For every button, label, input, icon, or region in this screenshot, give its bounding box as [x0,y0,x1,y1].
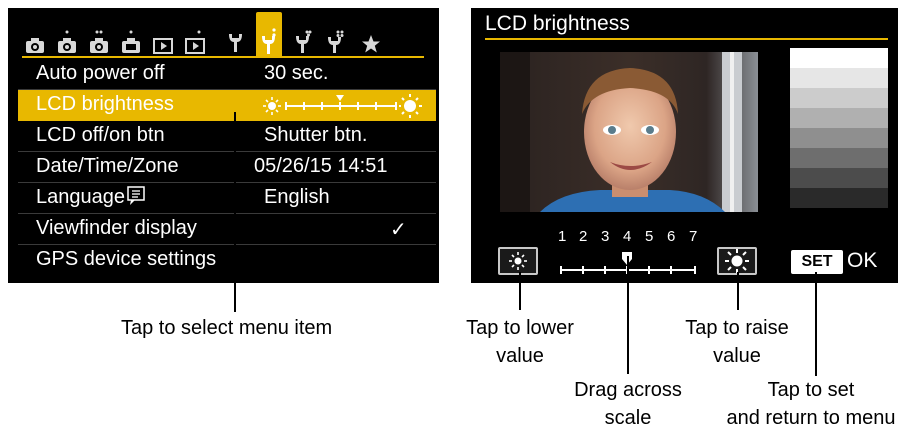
lcd-brightness-screen: LCD brightness 1 2 3 4 5 6 7 SET OK [471,8,898,283]
menu-item-lcd-brightness[interactable]: LCD brightness [18,90,436,121]
menu-item-date-time-zone[interactable]: Date/Time/Zone 05/26/15 14:51 [18,152,436,183]
tab-setup-1[interactable] [222,14,248,54]
menu-item-value: English [264,186,330,208]
tab-setup-3[interactable] [290,14,316,54]
camera-icon [122,30,140,53]
scale-number: 3 [601,228,610,245]
menu-item-value: 30 sec. [264,62,329,84]
callout-select-menu-item: Tap to select menu item [121,317,333,339]
wrench-icon [229,34,242,52]
menu-item-lcd-off-on[interactable]: LCD off/on btn Shutter btn. [18,121,436,152]
menu-item-label: Language [36,186,145,209]
sun-small-icon [509,252,527,270]
gray-swatch [790,168,888,188]
gray-swatch [790,48,888,68]
tab-setup-2[interactable] [256,12,282,56]
leader-line-raise [737,272,739,310]
wrench-icon [328,30,344,53]
playback-icon [185,30,205,54]
camera-icon [90,30,108,53]
sample-photo [500,52,758,212]
sun-large-icon [725,249,749,273]
camera-icon [26,38,44,53]
tab-playback-2[interactable] [182,14,208,54]
language-icon [127,186,145,205]
leader-line-select [234,112,236,312]
scale-number: 1 [558,228,567,245]
playback-icon [153,38,173,54]
gray-swatch [790,108,888,128]
decrease-brightness-button[interactable] [498,247,538,275]
menu-item-label: Date/Time/Zone [36,155,179,177]
ok-label: OK [847,249,878,272]
gray-swatch [790,148,888,168]
menu-item-value: 05/26/15 14:51 [254,155,388,177]
menu-item-label: GPS device settings [36,248,217,270]
tab-shooting-4[interactable] [118,14,144,54]
menu-item-label: LCD off/on btn [36,124,165,146]
leader-line-lower [519,272,521,310]
menu-item-language[interactable]: Language English [18,183,436,214]
leader-line-set [815,272,817,376]
gray-swatch [790,128,888,148]
brightness-scale-icon [263,94,422,118]
tab-underline [22,56,424,58]
title-underline [485,38,888,40]
menu-item-gps-device-settings[interactable]: GPS device settings [18,245,436,275]
scale-number: 5 [645,228,654,245]
callout-drag-scale: Drag across scale [574,379,682,429]
tab-setup-4[interactable] [322,14,348,54]
menu-item-value: Shutter btn. [264,124,368,146]
increase-brightness-button[interactable] [717,247,757,275]
callout-set-return: Tap to set and return to menu [726,379,896,429]
menu-item-auto-power-off[interactable]: Auto power off 30 sec. [18,59,436,90]
tab-playback-1[interactable] [150,14,176,54]
camera-icon [58,30,76,53]
scale-number: 6 [667,228,676,245]
gray-swatch [790,188,888,208]
set-ok-button[interactable]: SET OK [785,247,879,277]
menu-item-viewfinder-display[interactable]: Viewfinder display ✓ [18,214,436,245]
menu-item-label: LCD brightness [36,93,174,115]
gray-swatch [790,88,888,108]
setup-menu-screen: Auto power off 30 sec. LCD brightness LC… [8,8,439,283]
gray-scale-chart [790,48,888,208]
wrench-icon [262,28,276,54]
set-label: SET [791,250,843,274]
callout-lower-value: Tap to lower value [466,317,574,367]
leader-line-drag [627,256,629,374]
scale-number: 7 [689,228,698,245]
tab-my-menu[interactable] [358,14,384,54]
tab-shooting-1[interactable] [22,14,48,54]
wrench-icon [296,30,312,53]
callout-raise-value: Tap to raise value [685,317,789,367]
menu-tab-bar [8,8,439,60]
gray-swatch [790,68,888,88]
checkmark-icon: ✓ [390,219,407,241]
menu-item-label: Auto power off [36,62,165,84]
tab-shooting-2[interactable] [54,14,80,54]
scale-number: 2 [579,228,588,245]
screen-title: LCD brightness [485,12,630,35]
tab-shooting-3[interactable] [86,14,112,54]
scale-number: 4 [623,228,632,245]
menu-item-label: Viewfinder display [36,217,197,239]
star-icon [362,35,380,53]
